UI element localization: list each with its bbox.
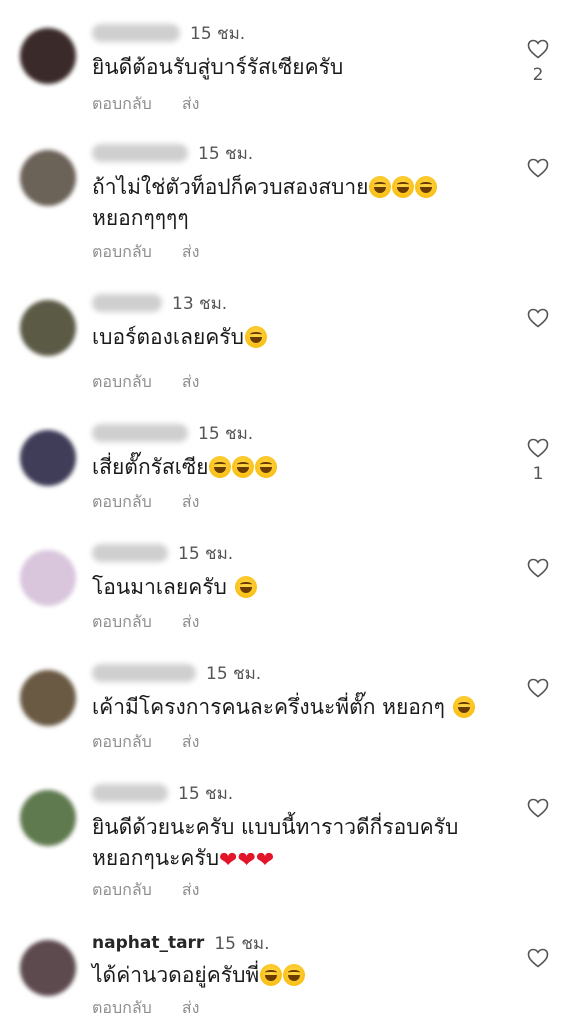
send-button[interactable]: ส่ง	[182, 92, 200, 117]
comment-meta: 15 ชม.	[92, 660, 261, 686]
comment-actions: ตอบกลับ ส่ง	[92, 730, 199, 755]
avatar[interactable]	[20, 430, 76, 486]
comment-time: 15 ชม.	[214, 933, 270, 954]
grin-emoji-icon	[415, 176, 438, 198]
grin-emoji-icon	[392, 176, 415, 198]
username-blurred[interactable]	[92, 144, 188, 162]
comment-text-body: ได้ค่านวดอยู่ครับพี่	[92, 963, 260, 987]
username-blurred[interactable]	[92, 424, 188, 442]
grin-emoji-icon	[209, 456, 232, 478]
comment-text: โอนมาเลยครับ	[92, 572, 512, 603]
reply-button[interactable]: ตอบกลับ	[92, 240, 152, 265]
comment-meta: 13 ชม.	[92, 290, 227, 316]
reply-button[interactable]: ตอบกลับ	[92, 92, 152, 117]
reply-button[interactable]: ตอบกลับ	[92, 996, 152, 1021]
comment-text-body: เค้ามีโครงการคนละครึ่งนะพี่ตั๊ก หยอกๆ	[92, 695, 452, 719]
comment-actions: ตอบกลับ ส่ง	[92, 610, 199, 635]
comment-meta: 15 ชม.	[92, 420, 253, 446]
avatar[interactable]	[20, 550, 76, 606]
comment-text-body: โอนมาเลยครับ	[92, 575, 234, 599]
username-blurred[interactable]	[92, 784, 168, 802]
username-blurred[interactable]	[92, 664, 196, 682]
comment-time: 15 ชม.	[198, 143, 254, 164]
reply-button[interactable]: ตอบกลับ	[92, 370, 152, 395]
heart-icon[interactable]	[526, 306, 550, 330]
username-blurred[interactable]	[92, 544, 168, 562]
comment-text: ยินดีต้อนรับสู่บาร์รัสเซียครับ	[92, 52, 512, 83]
comment-text-body: เสี่ยตั๊กรัสเซีย	[92, 455, 209, 479]
heart-icon[interactable]	[526, 37, 550, 61]
comment-time: 13 ชม.	[172, 293, 228, 314]
comment-actions: ตอบกลับ ส่ง	[92, 490, 199, 515]
comment-time: 15 ชม.	[178, 783, 234, 804]
rofl-emoji-icon	[283, 964, 306, 986]
send-button[interactable]: ส่ง	[182, 610, 200, 635]
comment-actions: ตอบกลับ ส่ง	[92, 996, 199, 1021]
red-heart-emoji-icon: ❤❤❤	[219, 848, 275, 873]
heart-icon[interactable]	[526, 676, 550, 700]
heart-icon[interactable]	[526, 436, 550, 460]
reply-button[interactable]: ตอบกลับ	[92, 610, 152, 635]
heart-icon[interactable]	[526, 556, 550, 580]
comment-text: ได้ค่านวดอยู่ครับพี่	[92, 960, 512, 991]
rofl-emoji-icon	[260, 964, 283, 986]
comment-meta: 15 ชม.	[92, 140, 253, 166]
reply-button[interactable]: ตอบกลับ	[92, 490, 152, 515]
comment-text-line2: หยอกๆๆๆๆ	[92, 206, 189, 230]
comment-actions: ตอบกลับ ส่ง	[92, 240, 199, 265]
reply-button[interactable]: ตอบกลับ	[92, 878, 152, 903]
comment-text: เสี่ยตั๊กรัสเซีย	[92, 452, 512, 483]
comment-actions: ตอบกลับ ส่ง	[92, 878, 199, 903]
comment-text-body: ยินดีต้อนรับสู่บาร์รัสเซียครับ	[92, 55, 344, 79]
comment-time: 15 ชม.	[206, 663, 262, 684]
avatar[interactable]	[20, 300, 76, 356]
avatar[interactable]	[20, 150, 76, 206]
comment-actions: ตอบกลับ ส่ง	[92, 92, 199, 117]
heart-icon[interactable]	[526, 156, 550, 180]
avatar[interactable]	[20, 940, 76, 996]
avatar[interactable]	[20, 28, 76, 84]
comment-text-line2: หยอกๆนะครับ	[92, 846, 220, 870]
comment-time: 15 ชม.	[190, 23, 246, 44]
comment-meta: 15 ชม.	[92, 540, 233, 566]
comment-meta: 15 ชม.	[92, 20, 245, 46]
comment-text: ถ้าไม่ใช่ตัวท็อปก็ควบสองสบาย หยอกๆๆๆๆ	[92, 172, 512, 234]
rofl-emoji-icon	[452, 696, 475, 718]
avatar[interactable]	[20, 790, 76, 846]
username-blurred[interactable]	[92, 294, 162, 312]
comment-time: 15 ชม.	[198, 423, 254, 444]
grin-emoji-icon	[244, 326, 267, 348]
username-blurred[interactable]	[92, 24, 180, 42]
grin-emoji-icon	[369, 176, 392, 198]
send-button[interactable]: ส่ง	[182, 878, 200, 903]
grin-emoji-icon	[234, 576, 257, 598]
like-count: 1	[532, 464, 544, 484]
send-button[interactable]: ส่ง	[182, 490, 200, 515]
heart-icon[interactable]	[526, 946, 550, 970]
like-count: 2	[532, 65, 544, 85]
comment-username[interactable]: naphat_tarr	[92, 933, 204, 953]
comment-text-body: ถ้าไม่ใช่ตัวท็อปก็ควบสองสบาย	[92, 175, 369, 199]
heart-icon[interactable]	[526, 796, 550, 820]
send-button[interactable]: ส่ง	[182, 370, 200, 395]
comment-meta: naphat_tarr 15 ชม.	[92, 930, 270, 956]
send-button[interactable]: ส่ง	[182, 996, 200, 1021]
comment-text: เบอร์ตองเลยครับ	[92, 322, 512, 353]
comment-actions: ตอบกลับ ส่ง	[92, 370, 199, 395]
comment-text-body: เบอร์ตองเลยครับ	[92, 325, 244, 349]
comment-text: ยินดีด้วยนะครับ แบบนี้ทาราวดีกี่รอบครับ …	[92, 812, 512, 874]
comment-meta: 15 ชม.	[92, 780, 233, 806]
reply-button[interactable]: ตอบกลับ	[92, 730, 152, 755]
send-button[interactable]: ส่ง	[182, 240, 200, 265]
avatar[interactable]	[20, 670, 76, 726]
comment-text: เค้ามีโครงการคนละครึ่งนะพี่ตั๊ก หยอกๆ	[92, 692, 512, 723]
grin-emoji-icon	[232, 456, 255, 478]
grin-emoji-icon	[255, 456, 278, 478]
send-button[interactable]: ส่ง	[182, 730, 200, 755]
comment-time: 15 ชม.	[178, 543, 234, 564]
comment-text-body: ยินดีด้วยนะครับ แบบนี้ทาราวดีกี่รอบครับ	[92, 815, 459, 839]
